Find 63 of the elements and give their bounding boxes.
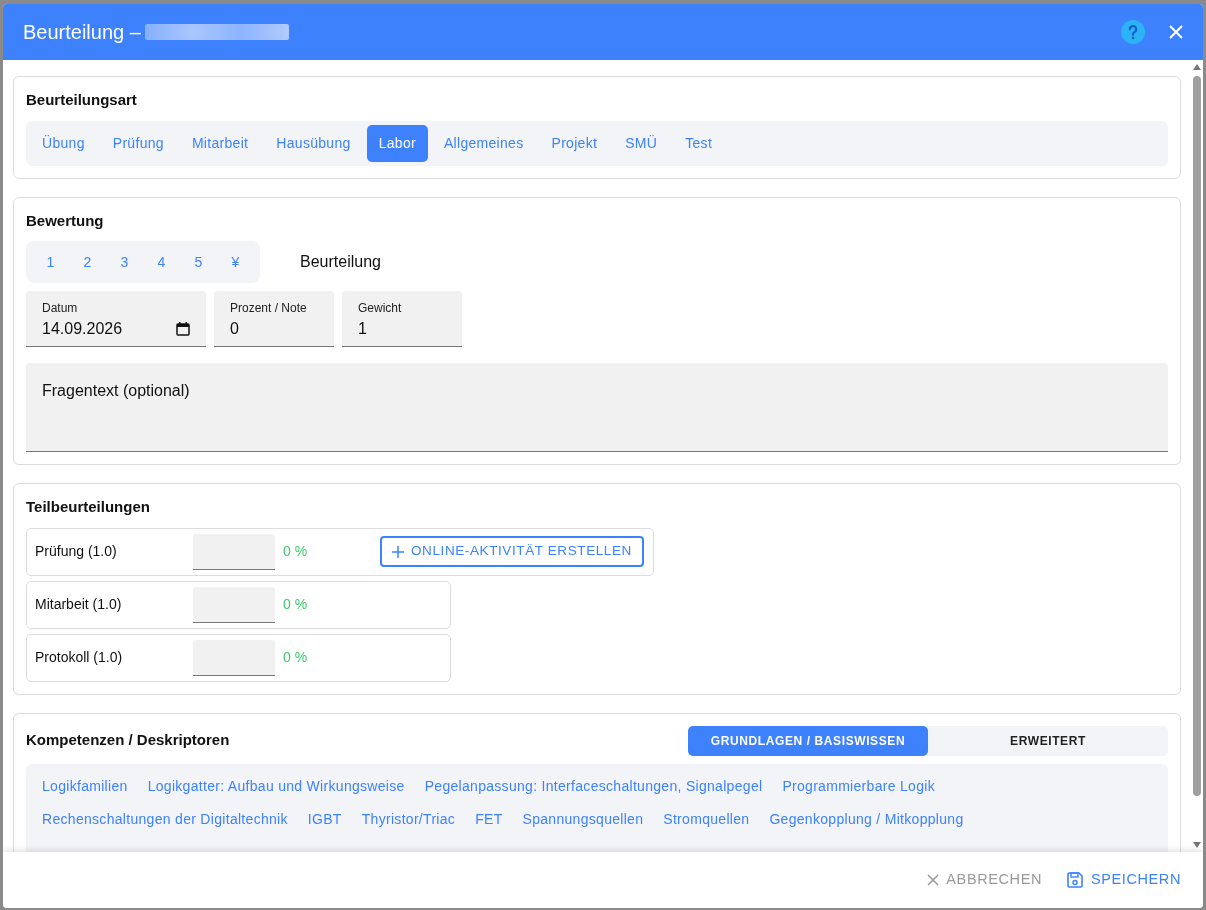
type-tab[interactable]: Test <box>673 124 725 162</box>
grade-option[interactable]: 1 <box>32 245 69 279</box>
competence-chip[interactable]: Logikfamilien <box>34 767 136 801</box>
percent-text: 0 % <box>283 542 309 561</box>
close-icon <box>927 874 940 886</box>
close-icon[interactable] <box>1169 25 1183 39</box>
competence-chip[interactable]: Gegenkopplung / Mitkopplung <box>761 800 972 834</box>
scroll-up-icon[interactable] <box>1193 64 1201 70</box>
competence-chip[interactable]: IGBT <box>299 800 350 834</box>
competence-chip[interactable]: Programmierbare Logik <box>774 767 943 801</box>
cancel-button[interactable]: ABBRECHEN <box>919 863 1050 897</box>
competence-chip[interactable]: Stromquellen <box>655 800 758 834</box>
section-title: Beurteilungsart <box>26 90 138 110</box>
field-value[interactable]: 14.09.2026 <box>42 317 176 341</box>
competence-chip[interactable]: Logikgatter: Aufbau und Wirkungsweise <box>139 767 413 801</box>
help-icon[interactable] <box>1121 20 1145 44</box>
section-title: Kompetenzen / Deskriptoren <box>26 730 230 751</box>
type-tab[interactable]: Projekt <box>539 124 610 162</box>
type-tab[interactable]: Labor <box>366 124 428 162</box>
type-tab[interactable]: Mitarbeit <box>179 124 261 162</box>
percent-text: 0 % <box>283 648 309 667</box>
grade-option[interactable]: 5 <box>180 245 217 279</box>
input-field[interactable]: Datum 14.09.2026 <box>26 291 206 347</box>
partial-name: Prüfung (1.0) <box>35 542 118 561</box>
calendar-icon[interactable] <box>176 322 190 336</box>
competence-chip[interactable]: FET <box>467 800 511 834</box>
section-title: Teilbeurteilungen <box>26 497 151 517</box>
type-tab[interactable]: Allgemeines <box>431 124 536 162</box>
input-field[interactable]: Gewicht 1 <box>342 291 462 347</box>
field-value[interactable]: 1 <box>358 317 446 341</box>
dialog-title: Beurteilung – <box>23 20 141 45</box>
grade-option[interactable]: ¥ <box>217 245 254 279</box>
create-activity-button[interactable]: ONLINE-AKTIVITÄT ERSTELLEN <box>380 536 644 567</box>
score-field[interactable] <box>193 639 275 676</box>
field-label: Prozent / Note <box>230 300 308 317</box>
plus-icon <box>392 545 404 558</box>
competence-chip[interactable]: Rechenschaltungen der Digitaltechnik <box>34 800 296 834</box>
type-tab[interactable]: Prüfung <box>100 124 176 162</box>
question-field[interactable]: Fragentext (optional) <box>26 363 1168 452</box>
save-button[interactable]: SPEICHERN <box>1058 863 1189 897</box>
type-tab[interactable]: Übung <box>30 124 97 162</box>
field-label: Datum <box>42 300 79 317</box>
type-tab[interactable]: SMÜ <box>613 124 670 162</box>
grade-option[interactable]: 3 <box>106 245 143 279</box>
section-title: Bewertung <box>26 210 105 231</box>
score-field[interactable] <box>193 533 275 570</box>
toggle-option[interactable]: GRUNDLAGEN / BASISWISSEN <box>688 725 928 756</box>
scroll-down-icon[interactable] <box>1193 842 1201 848</box>
partial-name: Mitarbeit (1.0) <box>35 595 123 614</box>
field-label: Gewicht <box>358 300 403 317</box>
competence-chip[interactable]: Thyristor/Triac <box>353 800 464 834</box>
type-tab[interactable]: Hausübung <box>264 124 363 162</box>
partial-name: Protokoll (1.0) <box>35 648 124 667</box>
field-value[interactable]: 0 <box>230 317 318 341</box>
grade-option[interactable]: 4 <box>143 245 180 279</box>
toggle-option[interactable]: ERWEITERT <box>928 725 1168 756</box>
competence-chip[interactable]: Spannungsquellen <box>514 800 652 834</box>
percent-text: 0 % <box>283 595 309 614</box>
grade-label: Beurteilung <box>300 252 381 272</box>
competence-chip[interactable]: Pegelanpassung: Interfaceschaltungen, Signalpegel <box>416 767 771 801</box>
input-field[interactable]: Prozent / Note 0 <box>214 291 334 347</box>
score-field[interactable] <box>193 586 275 623</box>
grade-option[interactable]: 2 <box>69 245 106 279</box>
